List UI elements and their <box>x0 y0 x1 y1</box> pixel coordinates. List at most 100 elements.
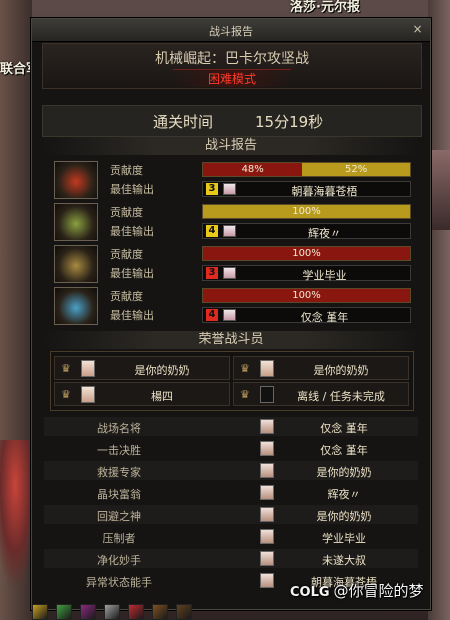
honor-member[interactable]: ♛ 离线 / 任务未完成 <box>233 382 409 406</box>
award-title: 晶块富翁 <box>97 488 141 501</box>
dialog-titlebar: 战斗报告 × <box>32 19 430 42</box>
skill-slot-icon[interactable] <box>32 604 48 620</box>
award-row[interactable]: 回避之神 是你的奶奶 <box>44 505 418 524</box>
watermark-logo: COLG <box>290 585 330 600</box>
avatar <box>81 360 95 377</box>
award-player-name: 仅念 堇年 <box>320 444 368 457</box>
award-title: 净化妙手 <box>97 554 141 567</box>
best-output-name: 学业毕业 <box>302 269 347 282</box>
honor-member-name: 是你的奶奶 <box>313 364 369 377</box>
party-slot-number: 4 <box>206 309 218 321</box>
skill-slot-icon[interactable] <box>128 604 144 620</box>
best-output-box: 4 仅念 堇年 <box>202 307 411 324</box>
contribution-bar: 100% <box>202 246 411 261</box>
clear-time-value: 15分19秒 <box>255 113 324 131</box>
award-row[interactable]: 压制者 学业毕业 <box>44 527 418 546</box>
skill-slot-icon[interactable] <box>80 604 96 620</box>
award-player-name: 未遂大叔 <box>322 554 366 567</box>
contribution-label: 贡献度 <box>110 248 143 261</box>
dungeon-header: 机械崛起：巴卡尔攻坚战 困难模式 <box>42 43 422 89</box>
contribution-label: 贡献度 <box>110 206 143 219</box>
contribution-label: 贡献度 <box>110 164 143 177</box>
award-row[interactable]: 净化妙手 未遂大叔 <box>44 549 418 568</box>
crown-icon: ♛ <box>61 388 71 401</box>
honor-member-grid: ♛ 是你的奶奶 ♛ 是你的奶奶 ♛ 楊四 ♛ 离线 / 任务未完成 <box>50 351 414 411</box>
flame-class-icon[interactable] <box>54 161 98 199</box>
award-title: 一击决胜 <box>97 444 141 457</box>
best-output-name: 辉夜〃 <box>308 227 341 240</box>
avatar <box>223 267 236 279</box>
watermark-text: @你冒险的梦 <box>333 582 424 600</box>
award-player-name: 是你的奶奶 <box>316 510 372 523</box>
contribution-segment: 52% <box>302 163 410 176</box>
avatar <box>260 463 274 478</box>
avatar <box>260 507 274 522</box>
watermark: COLG @你冒险的梦 <box>290 580 424 601</box>
party-slot-number: 3 <box>206 183 218 195</box>
ice-class-icon[interactable] <box>54 287 98 325</box>
crown-icon: ♛ <box>240 388 250 401</box>
scene-top-sign: 洛莎·元尔报 <box>290 0 360 15</box>
player-row: 贡献度最佳输出 100% 3 学业毕业 <box>52 245 412 283</box>
contribution-segment: 100% <box>203 205 410 218</box>
best-output-label: 最佳输出 <box>110 267 154 280</box>
honor-member[interactable]: ♛ 楊四 <box>54 382 230 406</box>
crown-icon: ♛ <box>61 362 71 375</box>
avatar <box>260 485 274 500</box>
award-title: 救援专家 <box>97 466 141 479</box>
player-row: 贡献度最佳输出 100% 4 仅念 堇年 <box>52 287 412 325</box>
skill-slot-icon[interactable] <box>104 604 120 620</box>
clear-time-label: 通关时间 <box>153 113 214 131</box>
award-title: 战场名将 <box>97 422 141 435</box>
skill-slot-icon[interactable] <box>176 604 192 620</box>
contribution-bar: 48% 52% <box>202 162 411 177</box>
avatar <box>223 309 236 321</box>
contribution-bar: 100% <box>202 288 411 303</box>
best-output-label: 最佳输出 <box>110 183 154 196</box>
crown-icon: ♛ <box>240 362 250 375</box>
best-output-name: 朝暮海暮苍梧 <box>291 185 358 198</box>
gold-class-icon[interactable] <box>54 245 98 283</box>
honor-section-title: 荣誉战斗员 <box>42 331 420 349</box>
honor-member-name: 是你的奶奶 <box>134 364 190 377</box>
award-list: 战场名将 仅念 堇年 一击决胜 仅念 堇年 救援专家 是你的奶奶 晶块富翁 辉夜〃 回避之神 是你… <box>44 417 418 593</box>
best-output-box: 4 辉夜〃 <box>202 223 411 240</box>
avatar-empty <box>260 386 274 403</box>
close-icon[interactable]: × <box>410 22 425 37</box>
award-player-name: 仅念 堇年 <box>320 422 368 435</box>
player-row: 贡献度最佳输出 48% 52% 3 朝暮海暮苍梧 <box>52 161 412 199</box>
best-output-box: 3 朝暮海暮苍梧 <box>202 181 411 198</box>
contribution-label: 贡献度 <box>110 290 143 303</box>
party-slot-number: 4 <box>206 225 218 237</box>
contribution-segment: 100% <box>203 247 410 260</box>
best-output-label: 最佳输出 <box>110 309 154 322</box>
battle-report-dialog: 战斗报告 × 机械崛起：巴卡尔攻坚战 困难模式 通关时间 15分19秒 战斗报告… <box>31 18 431 610</box>
contribution-segment: 48% <box>203 163 303 176</box>
skill-slot-icon[interactable] <box>152 604 168 620</box>
skill-slot-icon[interactable] <box>56 604 72 620</box>
best-output-box: 3 学业毕业 <box>202 265 411 282</box>
honor-member[interactable]: ♛ 是你的奶奶 <box>54 356 230 380</box>
award-row[interactable]: 救援专家 是你的奶奶 <box>44 461 418 480</box>
award-player-name: 辉夜〃 <box>327 488 361 501</box>
honor-member-name: 离线 / 任务未完成 <box>297 390 385 403</box>
award-row[interactable]: 战场名将 仅念 堇年 <box>44 417 418 436</box>
honor-member[interactable]: ♛ 是你的奶奶 <box>233 356 409 380</box>
report-section-title: 战斗报告 <box>42 137 420 155</box>
avatar <box>223 225 236 237</box>
award-player-name: 学业毕业 <box>322 532 366 545</box>
scene-character-figure-right <box>432 150 450 230</box>
avatar <box>223 183 236 195</box>
difficulty-label: 困难模式 <box>173 69 291 87</box>
avatar <box>260 419 274 434</box>
leaf-class-icon[interactable] <box>54 203 98 241</box>
avatar <box>260 573 274 588</box>
honor-member-name: 楊四 <box>151 390 173 403</box>
award-row[interactable]: 一击决胜 仅念 堇年 <box>44 439 418 458</box>
best-output-name: 仅念 堇年 <box>300 311 349 324</box>
contribution-segment: 100% <box>203 289 410 302</box>
best-output-label: 最佳输出 <box>110 225 154 238</box>
award-player-name: 是你的奶奶 <box>316 466 372 479</box>
award-row[interactable]: 晶块富翁 辉夜〃 <box>44 483 418 502</box>
contribution-bar: 100% <box>202 204 411 219</box>
